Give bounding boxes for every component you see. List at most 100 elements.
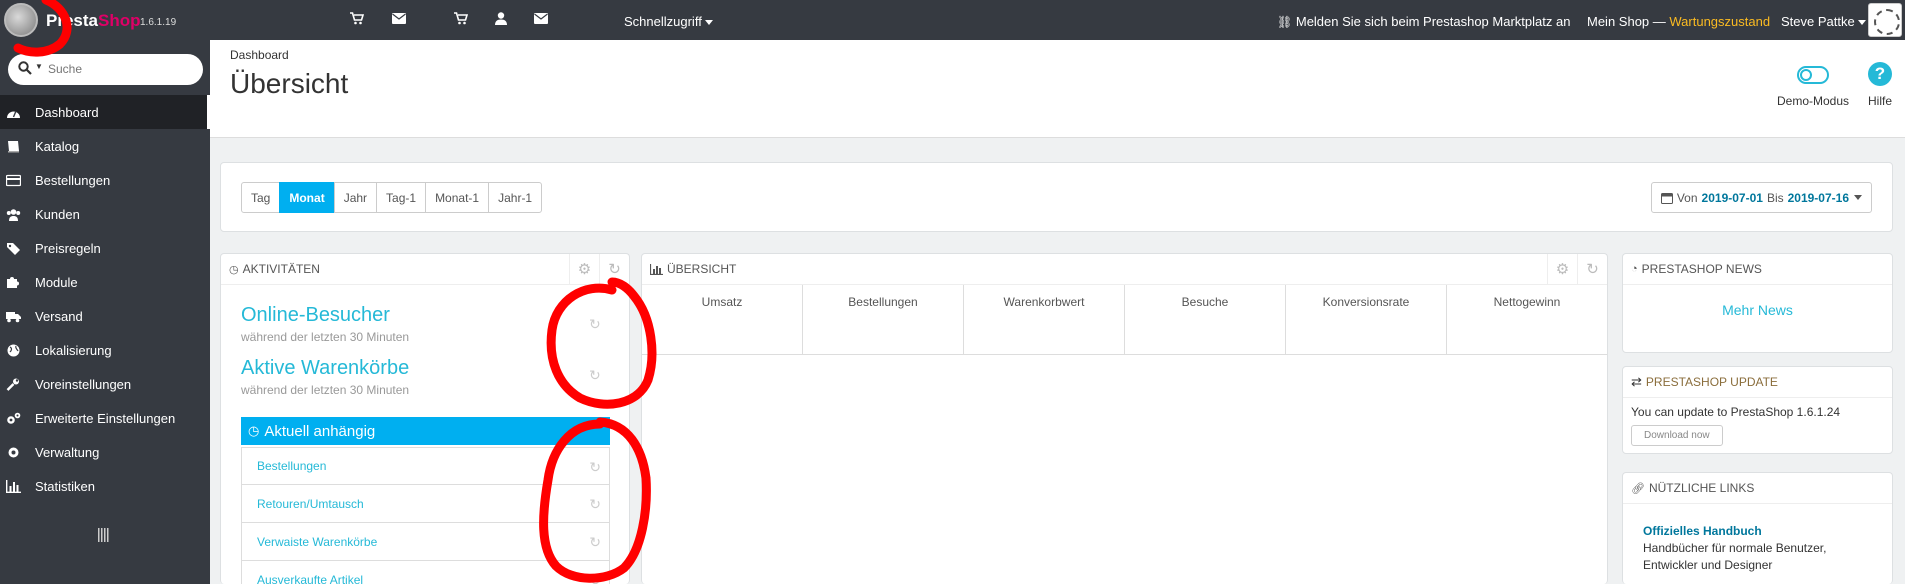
globe-icon (6, 344, 21, 357)
pending-item[interactable]: Verwaiste Warenkörbe ↻ (241, 523, 610, 561)
sidebar-item-label: Dashboard (35, 104, 99, 120)
demo-mode-label: Demo-Modus (1776, 94, 1850, 108)
question-icon: ? (1868, 62, 1892, 86)
sidebar-item-katalog[interactable]: Katalog (0, 129, 210, 163)
kpi-besuche[interactable]: Besuche (1125, 285, 1286, 354)
period-panel: Tag Monat Jahr Tag-1 Monat-1 Jahr-1 Von 2019-… (220, 162, 1893, 232)
link-icon: 🔗︎ (1631, 482, 1645, 495)
official-manual-link[interactable]: Offizielles Handbuch (1643, 524, 1762, 538)
period-button-monat-1[interactable]: Monat-1 (425, 182, 490, 213)
user-icon[interactable] (492, 12, 510, 28)
news-panel: ◔ Prestashop News Mehr News (1622, 253, 1893, 353)
period-button-tag-1[interactable]: Tag-1 (376, 182, 427, 213)
sidebar-item-lokalisierung[interactable]: Lokalisierung (0, 333, 210, 367)
logo-avatar[interactable] (4, 3, 38, 37)
kpi-umsatz[interactable]: Umsatz (642, 285, 803, 354)
kpi-row: Umsatz Bestellungen Warenkorbwert Besuche Ko… (642, 285, 1607, 355)
period-button-tag[interactable]: Tag (241, 182, 281, 213)
clock-icon: ◷ (248, 423, 260, 438)
period-button-jahr-1[interactable]: Jahr-1 (488, 182, 543, 213)
sidebar-item-module[interactable]: Module (0, 265, 210, 299)
cart-icon[interactable] (452, 12, 470, 28)
help-button[interactable]: ? Hilfe (1858, 60, 1902, 108)
logo-shop: Shop (97, 11, 141, 30)
update-panel: ⇄ Prestashop Update You can update to Pr… (1622, 366, 1893, 454)
refresh-icon[interactable]: ↻ (599, 254, 629, 284)
gear-icon[interactable]: ⚙ (569, 254, 599, 284)
pending-item[interactable]: Bestellungen ↻ (241, 447, 610, 485)
marketplace-link[interactable]: ⛓ Melden Sie sich beim Prestashop Marktp… (1277, 14, 1570, 29)
envelope-icon[interactable] (532, 12, 550, 28)
online-visitors-subtitle: während der letzten 30 Minuten (241, 330, 410, 344)
dashboard-icon (6, 106, 21, 119)
envelope-icon[interactable] (390, 12, 408, 28)
breadcrumb[interactable]: Dashboard (230, 48, 289, 62)
cogs-icon (6, 412, 21, 425)
rss-icon: ◔ (1631, 263, 1638, 275)
demo-mode-button[interactable]: Demo-Modus (1768, 60, 1858, 108)
links-heading-label: Nützliche Links (1648, 481, 1755, 495)
kpi-warenkorbwert[interactable]: Warenkorbwert (964, 285, 1125, 354)
clock-icon: ◷ (229, 263, 239, 276)
caret-down-icon: ▼ (35, 62, 43, 71)
kpi-nettogewinn[interactable]: Nettogewinn (1447, 285, 1607, 354)
search-icon[interactable] (18, 61, 32, 75)
unlink-icon: ⛓ (1277, 15, 1293, 29)
sidebar-item-label: Verwaltung (35, 444, 100, 460)
pending-heading-label: Aktuell anhängig (264, 422, 376, 440)
kpi-bestellungen[interactable]: Bestellungen (803, 285, 964, 354)
search-input[interactable] (48, 60, 188, 78)
search-box: ▼ (8, 54, 203, 85)
sidebar-item-erweiterte-einstellungen[interactable]: Erweiterte Einstellungen (0, 401, 210, 435)
sidebar-item-label: Erweiterte Einstellungen (35, 410, 176, 426)
caret-down-icon (704, 20, 713, 26)
user-name: Steve Pattke (1781, 14, 1855, 29)
toggle-icon (1797, 66, 1829, 84)
user-dropdown[interactable]: Steve Pattke (1781, 14, 1866, 29)
cog-icon (6, 446, 21, 459)
quick-access-dropdown[interactable]: Schnellzugriff (624, 14, 713, 29)
panel-tools: ⚙ ↻ (1547, 254, 1607, 284)
sidebar-item-kunden[interactable]: Kunden (0, 197, 210, 231)
sidebar-item-versand[interactable]: Versand (0, 299, 210, 333)
pending-item[interactable]: Retouren/Umtausch ↻ (241, 485, 610, 523)
shop-name-label: Mein Shop — (1587, 14, 1670, 29)
pending-heading[interactable]: ◷ Aktuell anhängig (241, 417, 610, 445)
sidebar-item-label: Lokalisierung (35, 342, 112, 358)
sidebar-item-voreinstellungen[interactable]: Voreinstellungen (0, 367, 210, 401)
sidebar-menu: Dashboard Katalog Bestellungen Kunden Preisr… (0, 95, 210, 503)
news-heading-label: Prestashop News (1641, 262, 1762, 276)
online-visitors-title: Online-Besucher (241, 304, 390, 326)
sidebar-item-bestellungen[interactable]: Bestellungen (0, 163, 210, 197)
sidebar-item-preisregeln[interactable]: Preisregeln (0, 231, 210, 265)
kpi-konversionsrate[interactable]: Konversionsrate (1286, 285, 1447, 354)
maintenance-status[interactable]: Wartungszustand (1669, 14, 1770, 29)
user-avatar[interactable] (1868, 3, 1902, 37)
prestashop-logo[interactable]: PrestaShop (46, 11, 140, 31)
shop-name-link[interactable]: Mein Shop — Wartungszustand (1587, 14, 1770, 29)
sidebar-item-dashboard[interactable]: Dashboard (0, 95, 210, 129)
update-heading: ⇄ Prestashop Update (1623, 367, 1892, 398)
more-news-link[interactable]: Mehr News (1623, 302, 1892, 318)
quick-access-label: Schnellzugriff (624, 14, 702, 29)
collapse-menu-icon[interactable] (98, 528, 110, 542)
date-range-picker[interactable]: Von 2019-07-01 Bis 2019-07-16 (1650, 182, 1872, 213)
loading-icon: ↻ (589, 316, 601, 332)
loading-icon: ↻ (589, 572, 601, 584)
overview-heading-label: Übersicht (667, 262, 737, 276)
refresh-icon[interactable]: ↻ (1577, 254, 1607, 284)
pending-item[interactable]: Ausverkaufte Artikel ↻ (241, 561, 610, 584)
sidebar-item-verwaltung[interactable]: Verwaltung (0, 435, 210, 469)
period-button-monat[interactable]: Monat (279, 182, 335, 213)
sidebar-item-label: Statistiken (35, 478, 95, 494)
sidebar-item-label: Versand (35, 308, 83, 324)
to-label: Bis (1766, 190, 1784, 205)
update-text: You can update to PrestaShop 1.6.1.24 (1631, 405, 1841, 419)
sidebar-item-statistiken[interactable]: Statistiken (0, 469, 210, 503)
cart-icon[interactable] (348, 12, 366, 28)
period-button-jahr[interactable]: Jahr (333, 182, 378, 213)
gear-icon[interactable]: ⚙ (1547, 254, 1577, 284)
caret-down-icon (1854, 195, 1862, 200)
marketplace-label: Melden Sie sich beim Prestashop Marktpla… (1295, 14, 1571, 29)
download-now-button[interactable]: Download now (1631, 425, 1723, 446)
